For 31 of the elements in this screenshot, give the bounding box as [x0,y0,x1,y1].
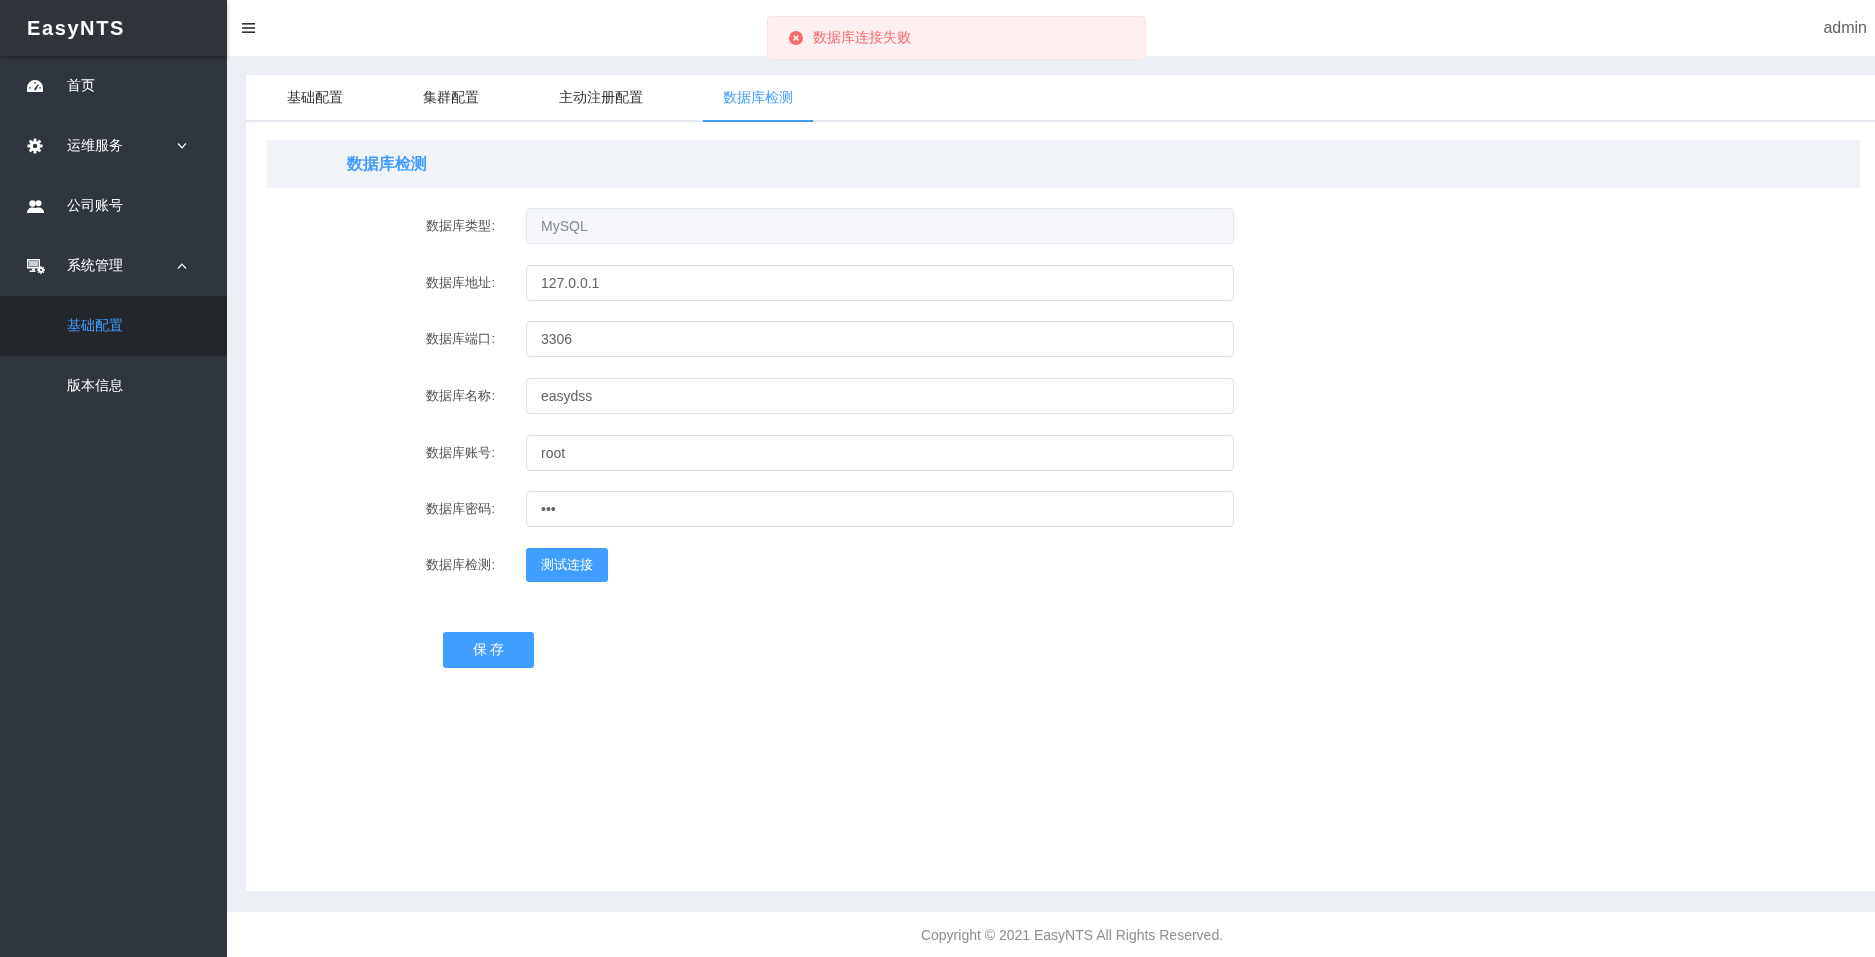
input-field[interactable]: ••• [526,491,1234,528]
tab[interactable]: 基础配置 [267,75,363,122]
monitor-gear-icon [27,258,45,274]
tab[interactable]: 主动注册配置 [539,75,663,122]
logo-text: EasyNTS [27,16,125,40]
field-label: 数据库密码: [426,500,495,519]
submenu-item[interactable]: 基础配置 [0,296,227,356]
menu-item[interactable]: 首页 [0,56,227,116]
copyright-text: Copyright © 2021 EasyNTS All Rights Reserved. [920,926,1224,943]
error-icon [789,31,803,45]
field-label: 数据库地址: [426,273,495,292]
users-icon [27,199,44,213]
field-label: 数据库名称: [426,387,495,406]
menu-item[interactable]: 运维服务 [0,116,227,176]
section-title: 数据库检测 [347,153,427,174]
user-name[interactable]: admin [1823,19,1867,37]
gear-icon [27,138,43,154]
tab[interactable]: 集群配置 [403,75,499,122]
field-label: 数据库端口: [426,330,495,349]
menu-item[interactable]: 系统管理 [0,236,227,296]
field-label: 数据库账号: [426,443,495,462]
field-label: 数据库检测: [426,556,495,575]
menu-item[interactable]: 公司账号 [0,176,227,236]
field-label: 数据库类型: [426,217,495,235]
input-field[interactable]: 3306 [526,321,1234,358]
gauge-icon [27,80,43,92]
input-field[interactable]: 127.0.0.1 [526,264,1234,301]
menu-icon[interactable] [242,23,255,33]
input-field[interactable]: easydss [526,378,1234,415]
toast-message: 数据库连接失败 [813,29,911,47]
input-field[interactable]: root [526,434,1234,471]
